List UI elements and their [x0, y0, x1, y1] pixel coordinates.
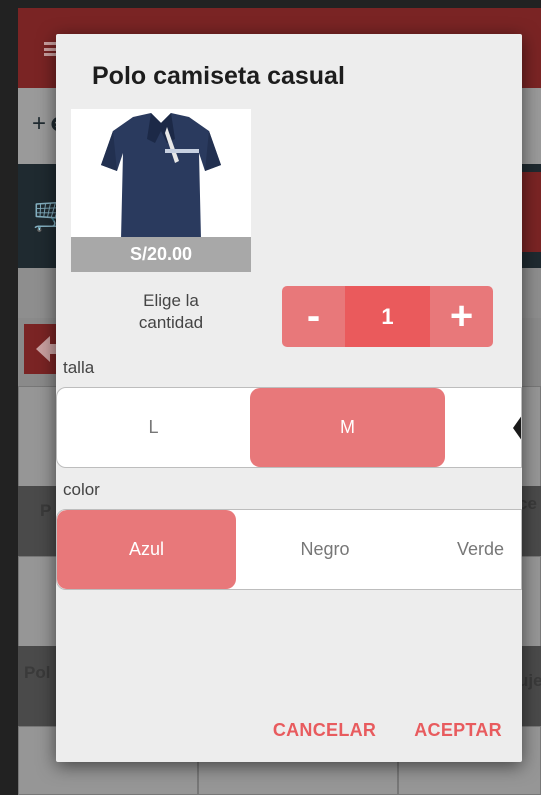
quantity-label-line: Elige la [143, 291, 199, 310]
size-selector: L M [56, 387, 522, 468]
increment-button[interactable]: + [430, 286, 493, 347]
size-option-l[interactable]: L [57, 388, 250, 467]
product-name-partial: Pol [24, 663, 51, 682]
color-option-azul[interactable]: Azul [57, 510, 236, 589]
scroll-hint-icon [513, 408, 521, 448]
size-option-m[interactable]: M [250, 388, 445, 467]
accept-button[interactable]: ACEPTAR [414, 720, 502, 741]
product-options-dialog: Polo camiseta casual S/20.00 Elige la ca… [56, 34, 522, 762]
color-option-verde[interactable]: Verde [457, 510, 521, 589]
product-image: S/20.00 [71, 109, 251, 272]
decrement-button[interactable]: - [282, 286, 345, 347]
quantity-value: 1 [345, 286, 430, 347]
size-section-label: talla [63, 358, 95, 377]
dialog-actions: CANCELAR ACEPTAR [273, 720, 502, 741]
dialog-title: Polo camiseta casual [92, 62, 345, 90]
quantity-label-line: cantidad [138, 313, 204, 332]
product-name-partial: P [40, 501, 52, 520]
price-label: S/20.00 [71, 237, 251, 272]
color-selector: Azul Negro Verde [56, 509, 522, 590]
screen: +☻ 🛒 P ce Pol uje Polo camiseta casual S… [0, 0, 541, 795]
color-section-label: color [63, 480, 100, 499]
quantity-stepper: - 1 + [282, 286, 493, 347]
cancel-button[interactable]: CANCELAR [273, 720, 376, 741]
quantity-label: Elige la cantidad [116, 290, 226, 334]
color-option-negro[interactable]: Negro [236, 510, 414, 589]
